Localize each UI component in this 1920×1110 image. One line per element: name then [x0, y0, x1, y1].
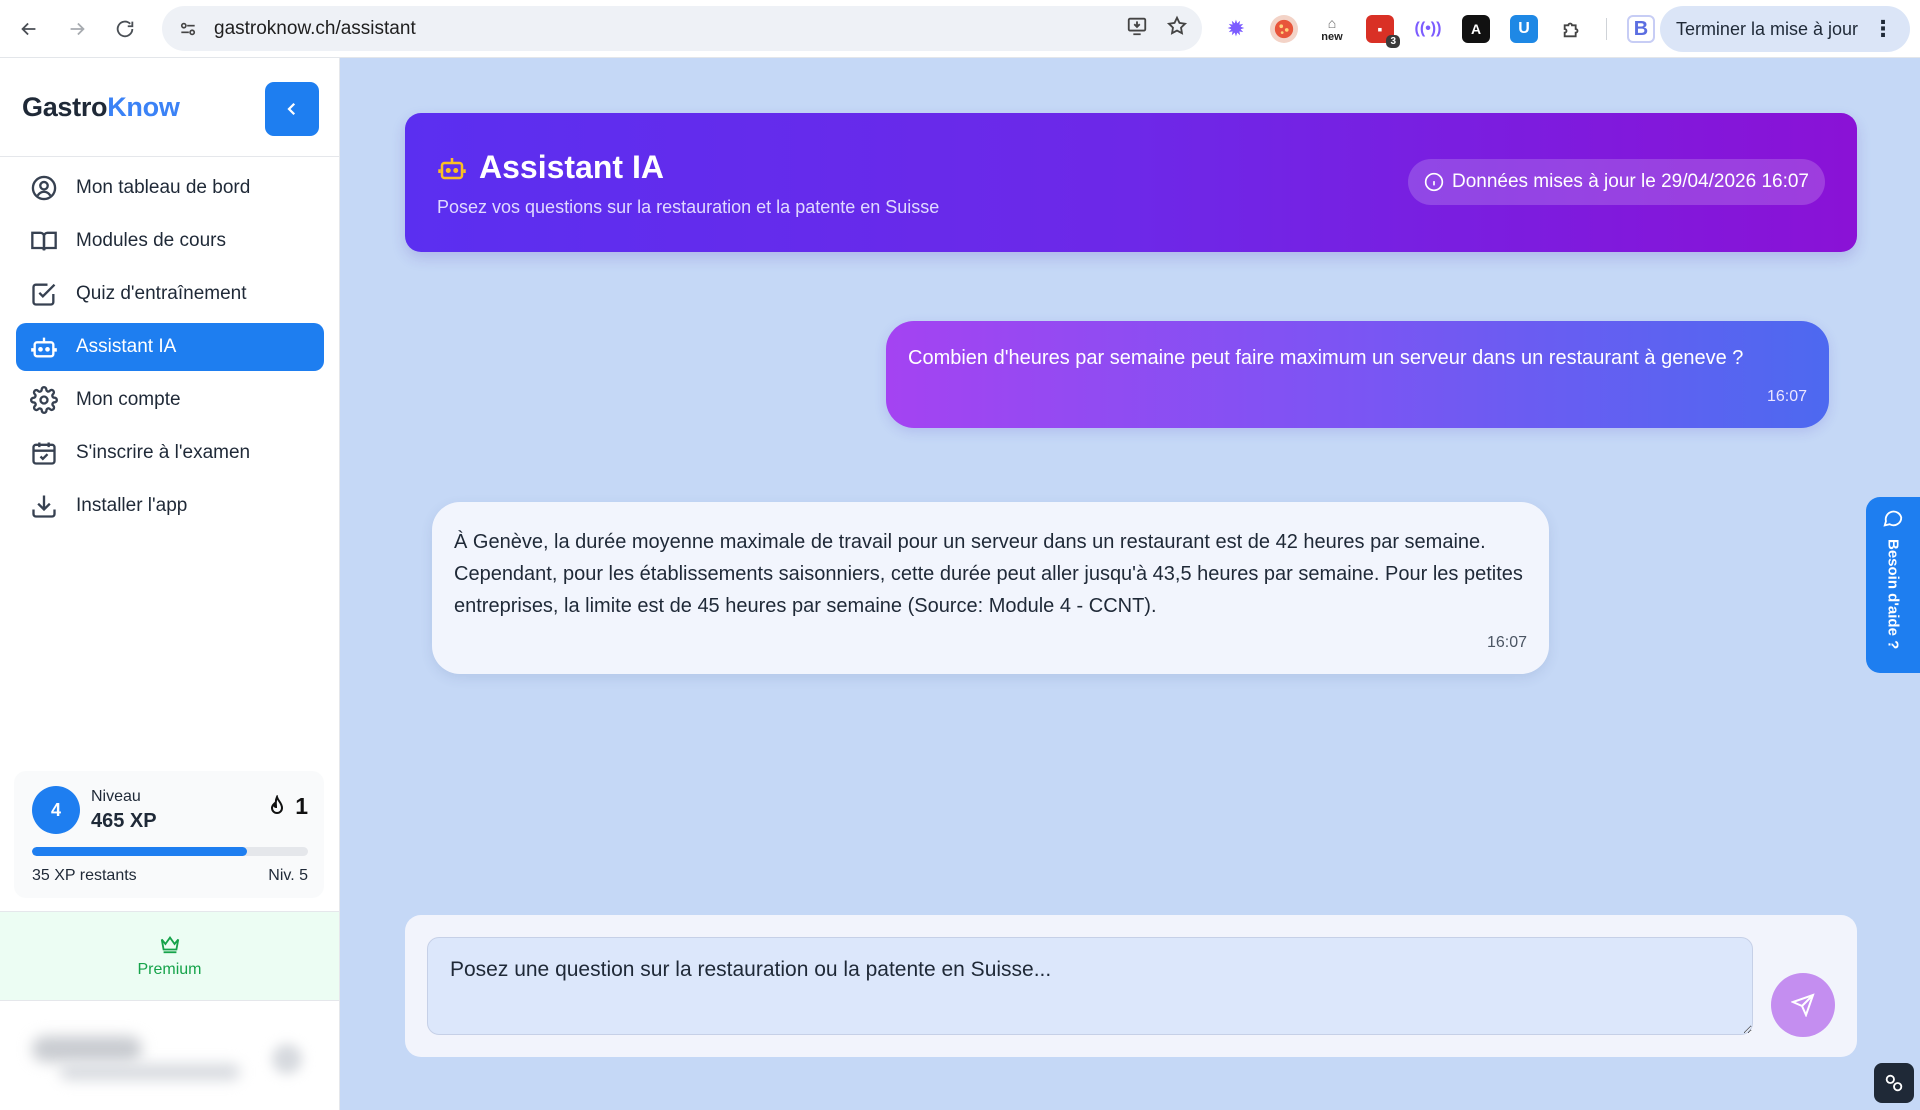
sidebar-item-account[interactable]: Mon compte — [16, 376, 324, 424]
sidebar-item-label: Mon compte — [76, 389, 181, 410]
black-a-icon[interactable]: A — [1462, 15, 1490, 43]
sidebar-item-label: Quiz d'entraînement — [76, 283, 247, 304]
page-title-text: Assistant IA — [479, 149, 664, 185]
assistant-header: Assistant IA Posez vos questions sur la … — [405, 113, 1857, 252]
broadcast-icon[interactable]: ((•)) — [1414, 15, 1442, 43]
bookmark-star-icon[interactable] — [1166, 15, 1188, 42]
pizza-icon[interactable] — [1270, 15, 1298, 43]
sidebar-item-label: S'inscrire à l'examen — [76, 442, 251, 463]
more-vertical-icon[interactable]: ⋮ — [1872, 16, 1894, 42]
reload-button[interactable] — [105, 9, 145, 49]
download-icon — [32, 495, 56, 518]
send-icon — [1791, 993, 1815, 1017]
level-label: Niveau — [91, 788, 141, 805]
sidebar-item-assistant[interactable]: Assistant IA — [16, 323, 324, 371]
book-open-icon — [31, 231, 57, 251]
user-profile-blurred[interactable] — [20, 1028, 320, 1088]
message-text: Combien d'heures par semaine peut faire … — [908, 347, 1744, 369]
new-label: new — [1321, 31, 1343, 43]
assistant-message: À Genève, la durée moyenne maximale de t… — [432, 502, 1549, 674]
collapse-sidebar-button[interactable] — [265, 82, 319, 136]
checkbox-icon — [32, 283, 56, 306]
premium-label: Premium — [137, 961, 202, 978]
brand-part1: Gastro — [22, 92, 108, 122]
premium-button[interactable]: Premium — [0, 911, 339, 1001]
toolbar-divider — [1606, 18, 1607, 40]
crown-icon — [160, 936, 179, 954]
user-circle-icon — [31, 175, 57, 201]
browser-toolbar: gastroknow.ch/assistant ✹ ⌂ new ▪ 3 ((•)… — [0, 0, 1920, 58]
xp-progress-fill — [32, 847, 248, 856]
calendar-check-icon — [32, 442, 56, 465]
chat-composer — [405, 915, 1857, 1057]
flame-icon — [271, 794, 284, 814]
link-icon — [1885, 1074, 1903, 1092]
help-tab-label: Besoin d'aide ? — [1884, 539, 1902, 650]
address-bar[interactable]: gastroknow.ch/assistant — [162, 6, 1202, 51]
sidebar-item-exam-registration[interactable]: S'inscrire à l'examen — [16, 429, 324, 477]
chat-bubble-icon — [1883, 510, 1903, 527]
install-app-icon[interactable] — [1126, 15, 1148, 42]
gear-purple-icon[interactable]: ✹ — [1222, 15, 1250, 43]
message-time: 16:07 — [1486, 634, 1527, 651]
update-browser-label: Terminer la mise à jour — [1675, 18, 1858, 39]
sidebar-item-install-app[interactable]: Installer l'app — [16, 482, 324, 530]
brand-logo[interactable]: GastroKnow — [22, 92, 180, 123]
robot-icon — [438, 157, 466, 179]
xp-remaining: 35 XP restants — [32, 867, 137, 884]
brand-part2: Know — [107, 92, 180, 122]
sidebar-item-label: Assistant IA — [76, 336, 177, 357]
chevron-left-icon — [287, 102, 296, 116]
page-title: Assistant IA — [437, 149, 664, 186]
send-button[interactable] — [1771, 973, 1835, 1037]
gear-icon — [30, 386, 58, 414]
level-badge: 4 — [32, 786, 80, 834]
forward-button[interactable] — [57, 9, 97, 49]
message-time: 16:07 — [1766, 388, 1807, 405]
info-icon — [1424, 172, 1444, 192]
b-logo-icon[interactable]: B — [1627, 15, 1655, 43]
update-browser-button[interactable]: Terminer la mise à jour ⋮ — [1659, 6, 1910, 52]
xp-progress-bar — [32, 847, 308, 856]
sidebar-item-modules[interactable]: Modules de cours — [16, 217, 324, 265]
robot-icon — [31, 337, 57, 358]
streak-counter: 1 — [265, 793, 308, 820]
streak-value: 1 — [295, 793, 308, 819]
url-text[interactable]: gastroknow.ch/assistant — [214, 18, 416, 40]
help-tab[interactable]: Besoin d'aide ? — [1866, 497, 1920, 673]
sidebar-divider — [0, 156, 339, 157]
sidebar: GastroKnow Mon tableau de bord Modules d… — [0, 58, 340, 1110]
arrow-right-icon — [70, 22, 85, 36]
sidebar-menu: Mon tableau de bord Modules de cours Qui… — [16, 164, 324, 535]
sidebar-item-quiz[interactable]: Quiz d'entraînement — [16, 270, 324, 318]
next-level: Niv. 5 — [268, 867, 308, 884]
data-update-text: Données mises à jour le 29/04/2026 16:07 — [1451, 171, 1809, 192]
arrow-left-icon — [21, 22, 36, 36]
message-text: À Genève, la durée moyenne maximale de t… — [454, 531, 1523, 617]
sidebar-item-label: Installer l'app — [76, 495, 188, 516]
extension-badge: 3 — [1386, 35, 1400, 48]
sidebar-item-label: Mon tableau de bord — [76, 177, 251, 198]
sidebar-item-label: Modules de cours — [76, 230, 226, 251]
sidebar-item-dashboard[interactable]: Mon tableau de bord — [16, 164, 324, 212]
data-update-badge: Données mises à jour le 29/04/2026 16:07 — [1407, 159, 1825, 205]
reload-icon — [116, 20, 134, 38]
level-xp: 465 XP — [91, 810, 157, 832]
puzzle-icon[interactable] — [1558, 15, 1586, 43]
u-shield-icon[interactable]: U — [1510, 15, 1538, 43]
page-subtitle: Posez vos questions sur la restauration … — [437, 197, 940, 217]
new-extension-icon[interactable]: ⌂ new — [1318, 15, 1346, 43]
question-input[interactable] — [427, 937, 1753, 1035]
site-settings-icon[interactable] — [176, 17, 200, 41]
level-card: 4 Niveau 465 XP 1 35 XP restants Niv. 5 — [14, 771, 324, 898]
extensions-bar: ✹ ⌂ new ▪ 3 ((•)) A U B — [1222, 8, 1655, 50]
user-message: Combien d'heures par semaine peut faire … — [886, 321, 1829, 428]
back-button[interactable] — [9, 9, 49, 49]
red-extension-icon[interactable]: ▪ 3 — [1366, 15, 1400, 48]
floating-widget-button[interactable] — [1874, 1063, 1914, 1103]
